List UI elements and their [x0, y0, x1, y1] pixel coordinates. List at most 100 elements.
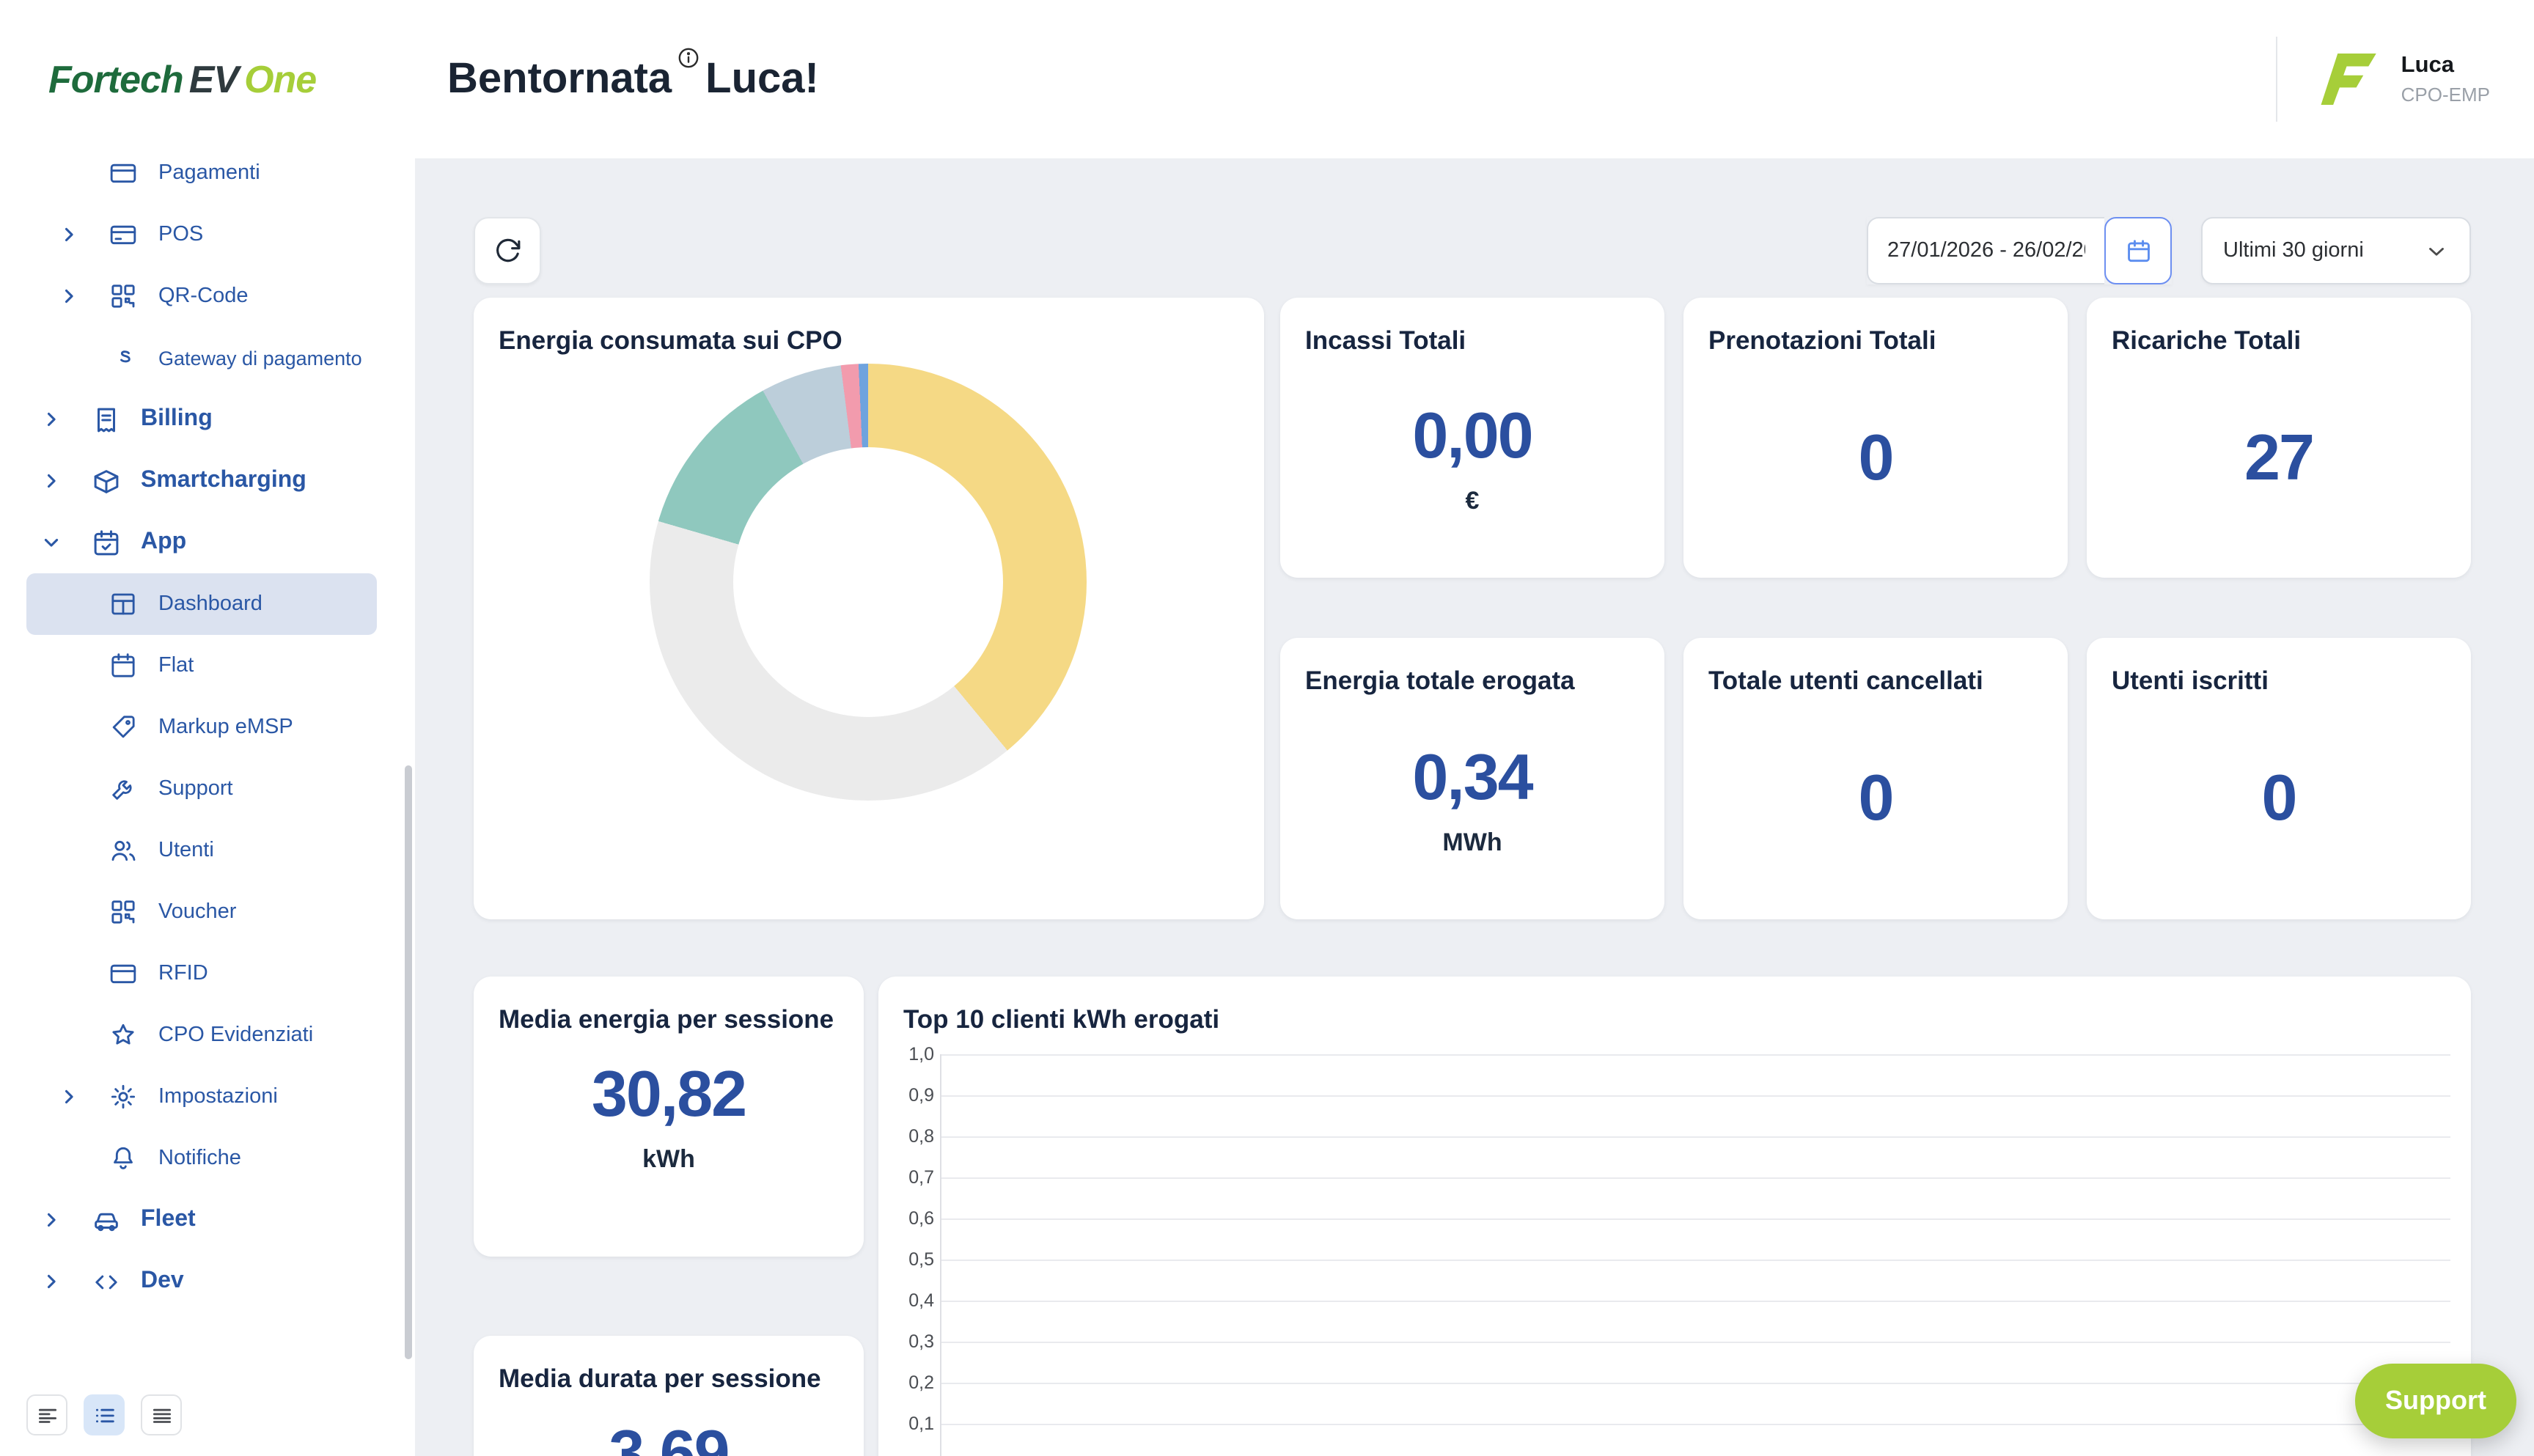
greeting-part1: Bentornata: [447, 55, 672, 103]
y-tick-label: 0,9: [884, 1085, 934, 1106]
sidebar-item-app[interactable]: App: [0, 512, 415, 573]
sidebar-item-markup-emsp[interactable]: Markup eMSP: [0, 696, 415, 758]
sidebar-item-flat[interactable]: Flat: [0, 635, 415, 696]
y-tick-label: 1,0: [884, 1044, 934, 1065]
sidebar-item-notifiche[interactable]: Notifiche: [0, 1128, 415, 1189]
greeting: Bentornata Luca!: [447, 55, 819, 103]
sidebar-item-dashboard[interactable]: Dashboard: [26, 573, 377, 635]
y-tick-label: 0,4: [884, 1290, 934, 1311]
date-range-input[interactable]: [1867, 217, 2104, 284]
sidebar-item-rfid[interactable]: RFID: [0, 943, 415, 1004]
sidebar-item-support[interactable]: Support: [0, 758, 415, 820]
media-durata-value: 3,69: [474, 1418, 864, 1456]
sidebar-item-impostazioni[interactable]: Impostazioni: [0, 1066, 415, 1128]
sidebar-item-label: QR-Code: [158, 284, 249, 308]
stats-grid: Incassi Totali0,00€Prenotazioni Totali0R…: [1280, 298, 2471, 919]
pos-icon: [109, 220, 147, 249]
top-header: FortechEVOne Bentornata Luca! Luca CPO-E…: [0, 0, 2534, 158]
y-tick-label: 0,7: [884, 1167, 934, 1188]
stat-card-title: Incassi Totali: [1280, 298, 1664, 356]
sidebar-item-label: Markup eMSP: [158, 716, 293, 739]
fortech-logo: FortechEVOne: [0, 56, 415, 102]
chevron-right-icon: [59, 224, 109, 245]
sidebar-item-utenti[interactable]: Utenti: [0, 820, 415, 881]
grid-line: [940, 1383, 2450, 1384]
header-right: Luca CPO-EMP: [2277, 37, 2534, 122]
align-left-icon-button[interactable]: [26, 1394, 67, 1435]
chevron-right-icon: [41, 1210, 91, 1230]
card-icon: [109, 959, 147, 988]
sidebar-item-label: Pagamenti: [158, 161, 260, 185]
card-icon: [109, 158, 147, 188]
align-justify-icon-button[interactable]: [141, 1394, 182, 1435]
sidebar-item-label: Dashboard: [158, 592, 262, 616]
stat-card-body: 0: [1683, 356, 2068, 578]
period-select[interactable]: Ultimi 30 giorni: [2201, 217, 2471, 284]
wrench-icon: [109, 774, 147, 804]
top10-chart-card: Top 10 clienti kWh erogati 1,00,90,80,70…: [878, 977, 2471, 1456]
fortech-logo-mark: [2319, 48, 2381, 110]
user-menu[interactable]: Luca CPO-EMP: [2401, 53, 2490, 106]
sidebar-item-dev[interactable]: Dev: [0, 1251, 415, 1312]
sidebar-scrollbar[interactable]: [405, 765, 412, 1359]
sidebar-item-label: Gateway di pagamento: [158, 347, 362, 369]
donut-card-title: Energia consumata sui CPO: [474, 298, 1264, 356]
calendar-button[interactable]: [2104, 217, 2172, 284]
refresh-button[interactable]: [474, 217, 541, 284]
car-icon: [91, 1205, 129, 1235]
sidebar-item-label: RFID: [158, 962, 208, 985]
sidebar-item-fleet[interactable]: Fleet: [0, 1189, 415, 1251]
main-content: Ultimi 30 giorni Energia consumata sui C…: [415, 158, 2534, 1456]
sidebar-item-qr-code[interactable]: QR-Code: [0, 265, 415, 327]
dashboard-toolbar: Ultimi 30 giorni: [474, 217, 2471, 284]
users-icon: [109, 836, 147, 865]
sidebar-item-label: CPO Evidenziati: [158, 1023, 313, 1047]
stat-card-body: 0: [2087, 696, 2471, 919]
sidebar-item-voucher[interactable]: Voucher: [0, 881, 415, 943]
grid-line: [940, 1054, 2450, 1056]
calendar-check-icon: [91, 527, 129, 558]
stat-card-body: 27: [2087, 356, 2471, 578]
receipt-icon: [91, 404, 129, 435]
code-icon: [91, 1266, 129, 1297]
align-list-icon-button[interactable]: [84, 1394, 125, 1435]
sidebar-nav: Pagamenti POS QR-Code Gateway di pagamento B…: [0, 158, 415, 1312]
grid-line: [940, 1260, 2450, 1261]
stat-card-body: 0,34MWh: [1280, 696, 1664, 919]
sidebar-item-smartcharging[interactable]: Smartcharging: [0, 450, 415, 512]
info-icon[interactable]: [676, 45, 701, 70]
sidebar-item-pos[interactable]: POS: [0, 204, 415, 265]
period-select-value: Ultimi 30 giorni: [2223, 239, 2364, 262]
y-tick-label: 0,1: [884, 1413, 934, 1434]
stat-card-body: 0,00 €: [1280, 356, 1664, 578]
sidebar-item-label: Utenti: [158, 839, 214, 862]
sidebar-item-gateway-di-pagamento[interactable]: Gateway di pagamento: [0, 327, 415, 389]
support-button[interactable]: Support: [2355, 1364, 2516, 1438]
stat-card-title: Prenotazioni Totali: [1683, 298, 2068, 356]
stat-card-title: Energia totale erogata: [1280, 638, 1664, 696]
sidebar-item-label: POS: [158, 223, 203, 246]
sidebar-item-billing[interactable]: Billing: [0, 389, 415, 450]
stat-card-title: Utenti iscritti: [2087, 638, 2471, 696]
gateway-icon: [109, 343, 147, 372]
sidebar-item-label: Billing: [141, 406, 213, 433]
grid-line: [940, 1218, 2450, 1220]
grid-line: [940, 1424, 2450, 1425]
stat-unit: MWh: [1442, 828, 1502, 857]
app-root: FortechEVOne Bentornata Luca! Luca CPO-E…: [0, 0, 2534, 1456]
y-tick-label: 0,8: [884, 1126, 934, 1147]
stat-card-utenti-iscritti: Utenti iscritti 0: [2087, 638, 2471, 919]
sidebar-item-label: Dev: [141, 1268, 184, 1295]
sidebar-item-cpo-evidenziati[interactable]: CPO Evidenziati: [0, 1004, 415, 1066]
gear-icon: [109, 1082, 147, 1111]
qr-icon: [109, 282, 147, 311]
stat-value: 0,00: [1412, 400, 1532, 474]
stat-unit: €: [1466, 487, 1480, 516]
stat-value: 27: [2244, 422, 2313, 495]
sidebar-item-label: Support: [158, 777, 233, 801]
stat-card-title: Totale utenti cancellati: [1683, 638, 2068, 696]
stat-value: 0: [2262, 762, 2296, 836]
sidebar-item-pagamenti[interactable]: Pagamenti: [0, 158, 415, 204]
stat-card-totale-utenti-cancellati: Totale utenti cancellati0: [1683, 638, 2068, 919]
stat-card-ricariche-totali: Ricariche Totali27: [2087, 298, 2471, 578]
